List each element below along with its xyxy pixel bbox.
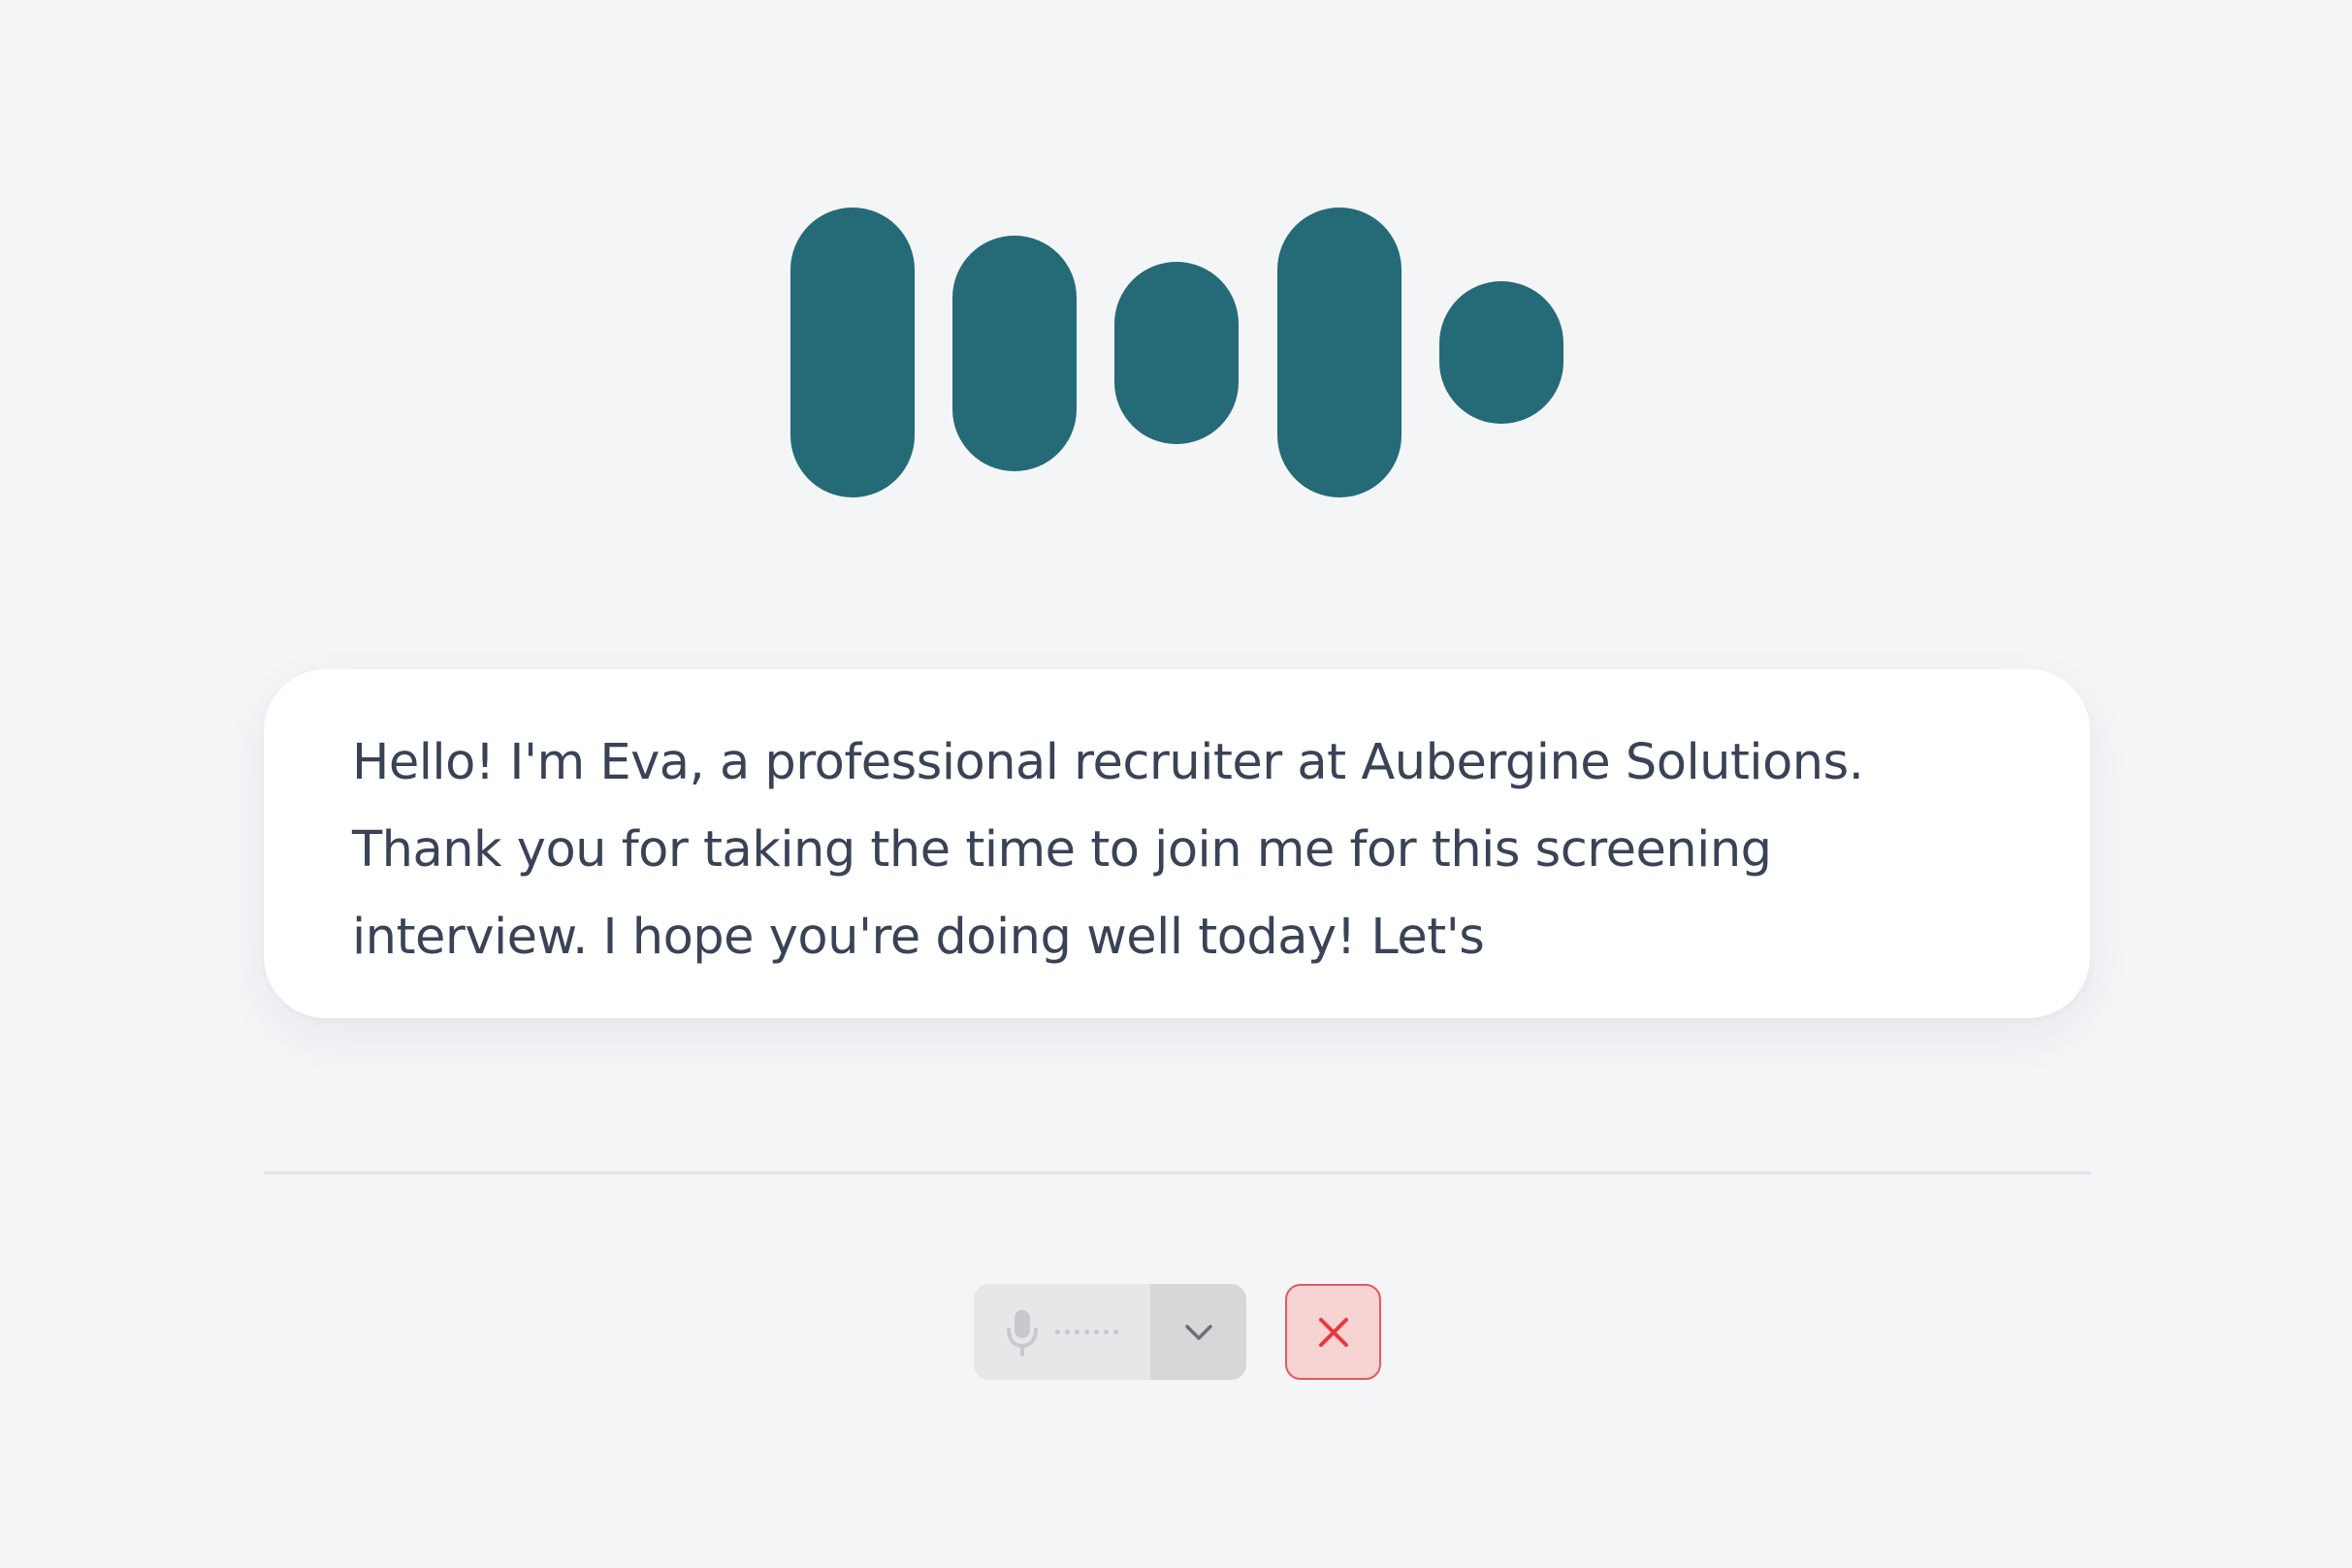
close-icon: [1318, 1317, 1348, 1347]
transcript-card: Hello! I'm Eva, a professional recruiter…: [264, 669, 2090, 1018]
level-dot: [1084, 1329, 1089, 1334]
level-dot: [1104, 1329, 1109, 1334]
level-dot: [1113, 1329, 1118, 1334]
chevron-down-icon: [1184, 1324, 1212, 1340]
microphone-level-indicator: [1055, 1329, 1118, 1334]
microphone-dropdown-button[interactable]: [1150, 1284, 1246, 1380]
visualizer-bar: [1114, 262, 1239, 444]
end-call-button[interactable]: [1285, 1284, 1381, 1380]
level-dot: [1075, 1329, 1079, 1334]
visualizer-bar: [790, 208, 915, 497]
microphone-control: [974, 1284, 1246, 1380]
visualizer-bar: [1277, 208, 1402, 497]
transcript-text: Hello! I'm Eva, a professional recruiter…: [352, 734, 1864, 966]
level-dot: [1094, 1329, 1099, 1334]
microphone-icon: [1007, 1309, 1038, 1357]
microphone-button[interactable]: [974, 1284, 1150, 1380]
level-dot: [1055, 1329, 1060, 1334]
divider: [264, 1171, 2090, 1174]
level-dot: [1065, 1329, 1070, 1334]
visualizer-bar: [952, 236, 1077, 471]
visualizer-bar: [1439, 281, 1563, 424]
